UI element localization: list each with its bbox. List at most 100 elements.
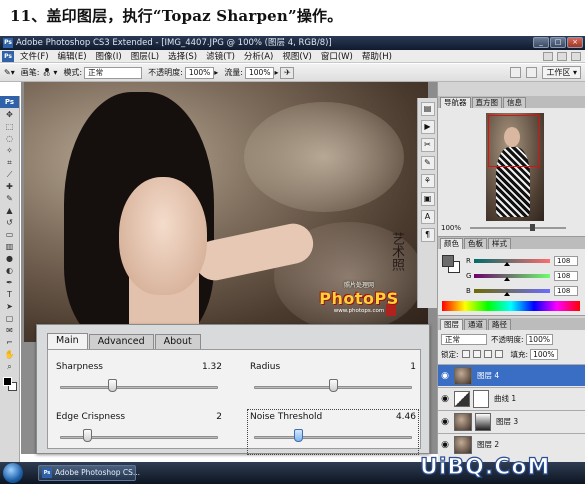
brush-panel-icon[interactable]: [510, 67, 522, 78]
type-icon[interactable]: T: [3, 290, 17, 300]
menu-edit[interactable]: 编辑(E): [58, 50, 87, 62]
marquee-icon[interactable]: ⬚: [3, 122, 17, 132]
menu-file[interactable]: 文件(F): [20, 50, 49, 62]
character-panel-icon[interactable]: A: [420, 210, 435, 224]
green-value[interactable]: 108: [554, 271, 578, 281]
lock-transparency-icon[interactable]: [461, 350, 470, 358]
fill-input[interactable]: 100%: [530, 348, 558, 360]
brush-icon[interactable]: ✎: [3, 194, 17, 204]
lock-all-icon[interactable]: [494, 350, 503, 358]
tab-layers[interactable]: 图层: [440, 319, 463, 330]
tab-about[interactable]: About: [154, 334, 201, 349]
navigator-zoom-slider[interactable]: [470, 224, 566, 231]
tool-preset-picker[interactable]: ✎ ▾: [4, 68, 15, 77]
noise-threshold-track[interactable]: [254, 436, 412, 439]
noise-threshold-thumb[interactable]: [294, 429, 304, 442]
tab-paths[interactable]: 路径: [488, 319, 511, 330]
tab-styles[interactable]: 样式: [488, 238, 511, 249]
actions-panel-icon[interactable]: ▶: [420, 120, 435, 134]
path-select-icon[interactable]: ➤: [3, 302, 17, 312]
magic-wand-icon[interactable]: ✧: [3, 146, 17, 156]
dodge-icon[interactable]: ◐: [3, 266, 17, 276]
eraser-icon[interactable]: ▭: [3, 230, 17, 240]
slice-icon[interactable]: ⟋: [3, 170, 17, 180]
tab-histogram[interactable]: 直方图: [471, 97, 502, 108]
tab-channels[interactable]: 通道: [464, 319, 487, 330]
blur-icon[interactable]: ●: [3, 254, 17, 264]
brushes-panel-icon[interactable]: ✎: [420, 156, 435, 170]
blend-mode-select[interactable]: 正常: [441, 333, 487, 345]
visibility-eye-icon[interactable]: ◉: [438, 417, 452, 427]
radius-thumb[interactable]: [329, 379, 338, 392]
clone-source-icon[interactable]: ⚘: [420, 174, 435, 188]
green-slider[interactable]: [474, 274, 550, 281]
start-button-icon[interactable]: [3, 463, 23, 483]
foreground-color-swatch[interactable]: [2, 377, 12, 386]
lasso-icon[interactable]: ◌: [3, 134, 17, 144]
lock-position-icon[interactable]: [483, 350, 492, 358]
close-button[interactable]: ×: [567, 37, 583, 48]
history-brush-icon[interactable]: ↺: [3, 218, 17, 228]
taskbar-photoshop-button[interactable]: Ps Adobe Photoshop CS...: [38, 465, 140, 481]
opacity-input[interactable]: 100%: [184, 66, 215, 79]
lock-pixels-icon[interactable]: [472, 350, 481, 358]
visibility-eye-icon[interactable]: ◉: [438, 440, 452, 450]
zoom-icon[interactable]: ⌕: [3, 362, 17, 372]
tab-advanced[interactable]: Advanced: [88, 334, 154, 349]
eyedropper-icon[interactable]: ⌐: [3, 338, 17, 348]
tools-presets-icon[interactable]: ✂: [420, 138, 435, 152]
menu-image[interactable]: 图像(I): [96, 50, 122, 62]
sharpness-thumb[interactable]: [108, 379, 118, 392]
tab-navigator[interactable]: 导航器: [440, 97, 471, 108]
color-spectrum-ramp[interactable]: [442, 301, 580, 311]
maximize-button[interactable]: □: [550, 37, 566, 48]
blue-value[interactable]: 108: [554, 286, 578, 296]
doc-restore-icon[interactable]: [557, 51, 567, 61]
menu-layer[interactable]: 图层(L): [131, 50, 159, 62]
crop-icon[interactable]: ⌗: [3, 158, 17, 168]
sharpness-track[interactable]: [60, 386, 218, 389]
layer-row[interactable]: ◉ 图层 3: [438, 410, 585, 432]
color-swatches[interactable]: [2, 377, 17, 391]
notes-icon[interactable]: ✉: [3, 326, 17, 336]
visibility-eye-icon[interactable]: ◉: [438, 394, 452, 404]
layer-row[interactable]: ◉ 图层 2: [438, 433, 585, 455]
doc-close-icon[interactable]: [571, 51, 581, 61]
info-panel-icon[interactable]: ▣: [420, 192, 435, 206]
menu-help[interactable]: 帮助(H): [362, 50, 392, 62]
red-slider[interactable]: [474, 259, 550, 266]
color-chips[interactable]: [442, 255, 460, 273]
pen-icon[interactable]: ✒: [3, 278, 17, 288]
tab-color[interactable]: 颜色: [440, 238, 463, 249]
flow-input[interactable]: 100%: [245, 66, 275, 79]
stamp-icon[interactable]: ▲: [3, 206, 17, 216]
mode-select[interactable]: 正常: [84, 66, 143, 79]
navigator-zoom-value[interactable]: 100%: [441, 224, 461, 232]
visibility-eye-icon[interactable]: ◉: [438, 371, 452, 381]
brush-picker[interactable]: 画笔: 60 ▾: [21, 67, 57, 79]
portrait-photo[interactable]: 艺术照 照片处理网 PhotoPS www.photops.com: [24, 82, 428, 342]
history-panel-icon[interactable]: ▤: [420, 102, 435, 116]
menu-select[interactable]: 选择(S): [168, 50, 197, 62]
tab-info[interactable]: 信息: [503, 97, 526, 108]
move-icon[interactable]: ✥: [3, 110, 17, 120]
navigator-view-box[interactable]: [488, 115, 540, 167]
red-value[interactable]: 108: [554, 256, 578, 266]
hand-icon[interactable]: ✋: [3, 350, 17, 360]
layer-opacity-input[interactable]: 100%: [525, 333, 553, 345]
doc-minimize-icon[interactable]: [543, 51, 553, 61]
document-icon[interactable]: [526, 67, 538, 78]
layer-row[interactable]: ◉ 曲线 1: [438, 387, 585, 409]
edge-crispness-thumb[interactable]: [82, 429, 92, 442]
tab-swatches[interactable]: 色板: [464, 238, 487, 249]
paragraph-panel-icon[interactable]: ¶: [420, 228, 435, 242]
gradient-icon[interactable]: ▥: [3, 242, 17, 252]
menu-window[interactable]: 窗口(W): [321, 50, 353, 62]
airbrush-toggle-icon[interactable]: ✈: [280, 66, 295, 79]
healing-icon[interactable]: ✚: [3, 182, 17, 192]
blue-slider[interactable]: [474, 289, 550, 296]
workspace-menu[interactable]: 工作区 ▾: [542, 66, 581, 79]
menu-view[interactable]: 视图(V): [282, 50, 311, 62]
layer-row[interactable]: ◉ 图层 4: [438, 364, 585, 386]
menu-filter[interactable]: 滤镜(T): [206, 50, 235, 62]
